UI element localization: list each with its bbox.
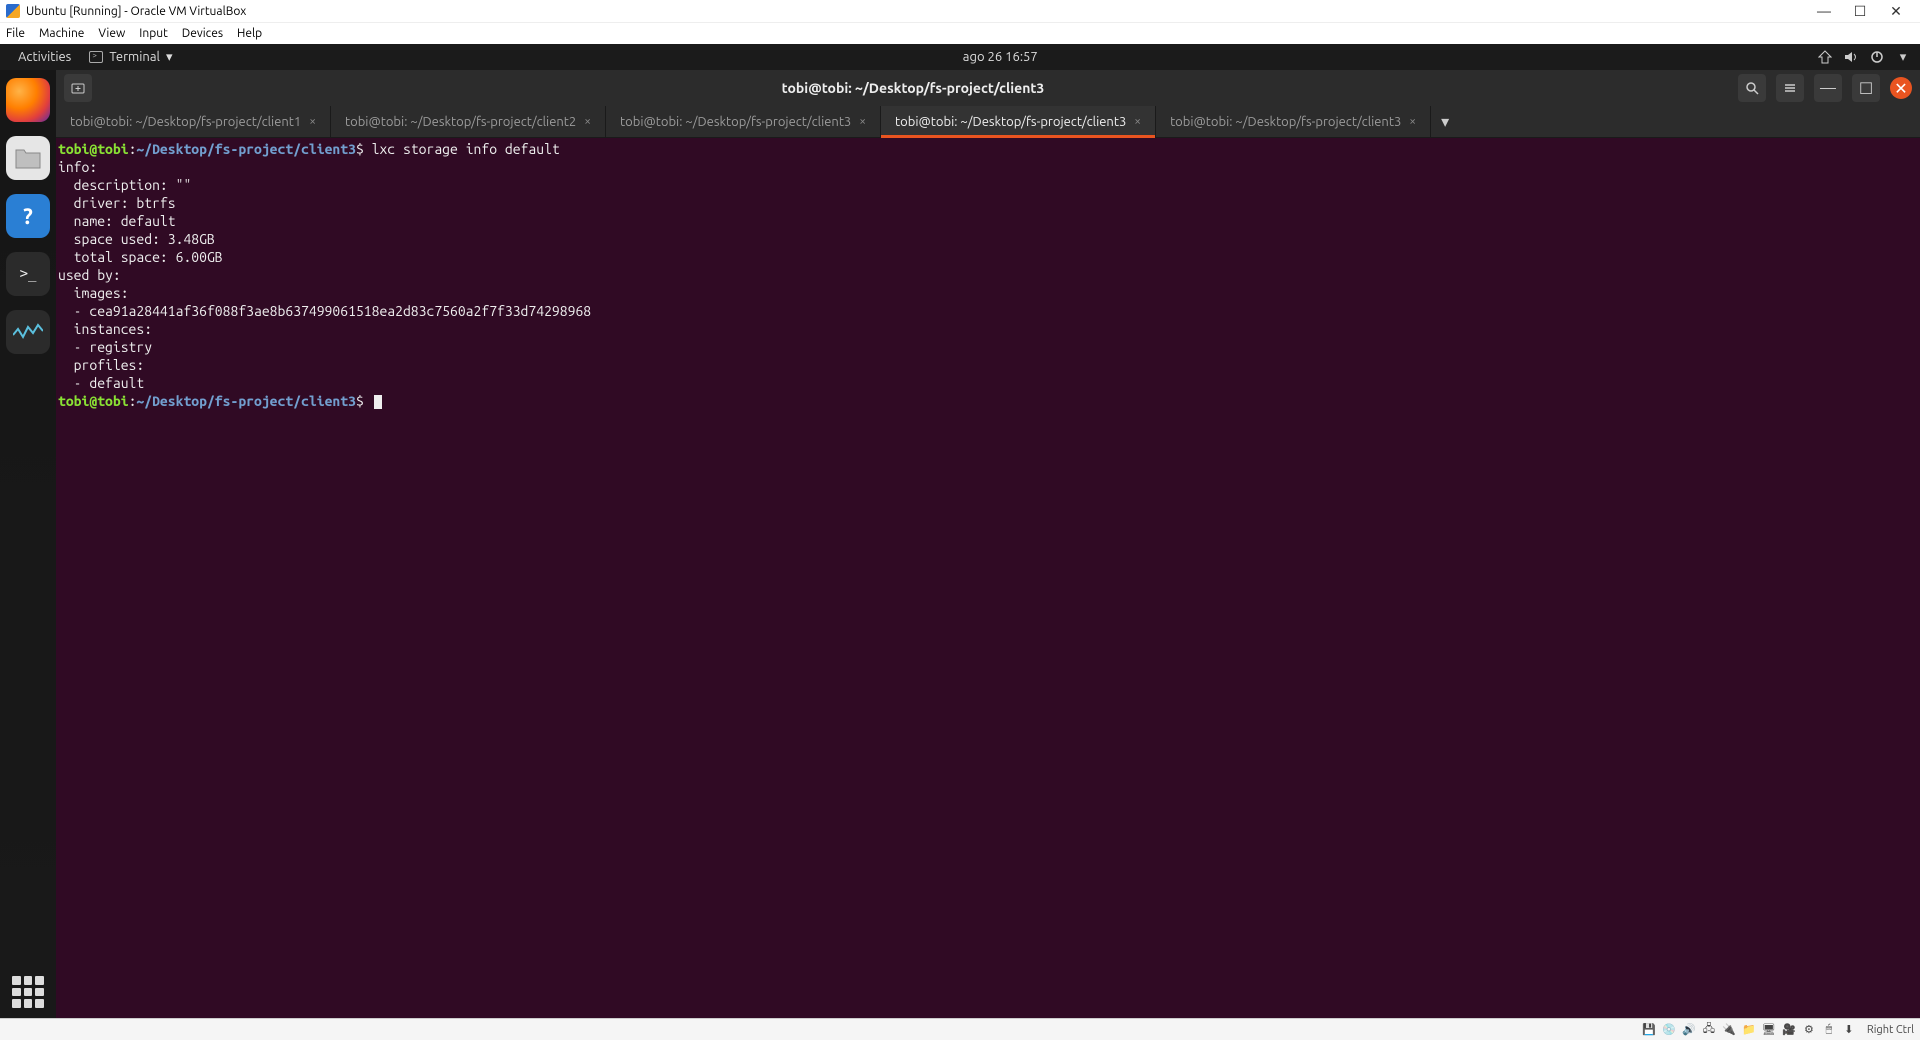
terminal-icon bbox=[89, 51, 103, 63]
volume-icon[interactable] bbox=[1844, 50, 1858, 64]
menu-help[interactable]: Help bbox=[237, 27, 262, 40]
status-shared-folder-icon[interactable]: 📁 bbox=[1741, 1022, 1757, 1038]
vbox-menubar: File Machine View Input Devices Help bbox=[0, 22, 1920, 44]
virtualbox-icon bbox=[6, 4, 20, 18]
dock-terminal[interactable]: >_ bbox=[6, 252, 50, 296]
terminal-tabs: tobi@tobi: ~/Desktop/fs-project/client1 ×… bbox=[56, 106, 1920, 138]
dock-system-monitor[interactable] bbox=[6, 310, 50, 354]
hamburger-menu-button[interactable] bbox=[1776, 74, 1804, 102]
tab-label: tobi@tobi: ~/Desktop/fs-project/client1 bbox=[70, 115, 301, 129]
hostkey-label[interactable]: Right Ctrl bbox=[1867, 1024, 1914, 1036]
menu-input[interactable]: Input bbox=[139, 27, 168, 40]
terminal-headerbar: tobi@tobi: ~/Desktop/fs-project/client3 … bbox=[56, 70, 1920, 106]
system-tray: ▾ bbox=[1818, 50, 1910, 64]
minimize-button[interactable]: — bbox=[1806, 3, 1842, 19]
clock[interactable]: ago 26 16:57 bbox=[182, 50, 1818, 64]
tab-label: tobi@tobi: ~/Desktop/fs-project/client3 bbox=[620, 115, 851, 129]
maximize-button[interactable]: ☐ bbox=[1842, 3, 1878, 20]
menu-file[interactable]: File bbox=[6, 27, 25, 40]
tab-close-icon[interactable]: × bbox=[1134, 115, 1141, 128]
vbox-window-title: Ubuntu [Running] - Oracle VM VirtualBox bbox=[26, 5, 246, 18]
tab-close-icon[interactable]: × bbox=[309, 115, 316, 128]
status-mouse-icon[interactable]: 🖱 bbox=[1821, 1022, 1837, 1038]
status-usb-icon[interactable]: 🔌 bbox=[1721, 1022, 1737, 1038]
chevron-down-icon[interactable]: ▾ bbox=[1896, 50, 1910, 64]
tab-label: tobi@tobi: ~/Desktop/fs-project/client3 bbox=[895, 115, 1126, 129]
tab-close-icon[interactable]: × bbox=[859, 115, 866, 128]
dock: ? >_ bbox=[0, 70, 56, 1018]
status-hdd-icon[interactable]: 💾 bbox=[1641, 1022, 1657, 1038]
window-minimize-button[interactable]: — bbox=[1814, 74, 1842, 102]
desktop: ? >_ tobi@tobi: ~/Desktop/fs-project/cli… bbox=[0, 70, 1920, 1018]
terminal-tab[interactable]: tobi@tobi: ~/Desktop/fs-project/client3 × bbox=[1156, 106, 1431, 137]
close-button[interactable]: ✕ bbox=[1878, 3, 1914, 20]
terminal-body[interactable]: tobi@tobi:~/Desktop/fs-project/client3$ … bbox=[56, 138, 1920, 1018]
terminal-tab[interactable]: tobi@tobi: ~/Desktop/fs-project/client1 × bbox=[56, 106, 331, 137]
terminal-tab[interactable]: tobi@tobi: ~/Desktop/fs-project/client3 × bbox=[881, 106, 1156, 137]
app-menu-label: Terminal bbox=[109, 50, 160, 64]
terminal-tab[interactable]: tobi@tobi: ~/Desktop/fs-project/client2 × bbox=[331, 106, 606, 137]
activities-button[interactable]: Activities bbox=[10, 50, 79, 64]
status-audio-icon[interactable]: 🔊 bbox=[1681, 1022, 1697, 1038]
menu-view[interactable]: View bbox=[98, 27, 125, 40]
dock-help[interactable]: ? bbox=[6, 194, 50, 238]
menu-devices[interactable]: Devices bbox=[182, 27, 223, 40]
search-button[interactable] bbox=[1738, 74, 1766, 102]
vbox-titlebar: Ubuntu [Running] - Oracle VM VirtualBox … bbox=[0, 0, 1920, 22]
new-tab-button[interactable] bbox=[64, 74, 92, 102]
terminal-title: tobi@tobi: ~/Desktop/fs-project/client3 bbox=[98, 80, 1728, 96]
tab-close-icon[interactable]: × bbox=[584, 115, 591, 128]
terminal-window: tobi@tobi: ~/Desktop/fs-project/client3 … bbox=[56, 70, 1920, 1018]
status-keyboard-icon[interactable]: ⬇ bbox=[1841, 1022, 1857, 1038]
chevron-down-icon: ▾ bbox=[166, 50, 173, 65]
dock-files[interactable] bbox=[6, 136, 50, 180]
status-processor-icon[interactable]: ⚙ bbox=[1801, 1022, 1817, 1038]
terminal-tab[interactable]: tobi@tobi: ~/Desktop/fs-project/client3 × bbox=[606, 106, 881, 137]
tab-close-icon[interactable]: × bbox=[1409, 115, 1416, 128]
gnome-topbar: Activities Terminal ▾ ago 26 16:57 ▾ bbox=[0, 44, 1920, 70]
window-maximize-button[interactable]: ☐ bbox=[1852, 74, 1880, 102]
status-display-icon[interactable]: 🖥 bbox=[1761, 1022, 1777, 1038]
tabs-overflow-button[interactable]: ▾ bbox=[1431, 106, 1459, 137]
show-applications-button[interactable] bbox=[12, 976, 44, 1008]
status-recording-icon[interactable]: 🎥 bbox=[1781, 1022, 1797, 1038]
status-optical-icon[interactable]: 💿 bbox=[1661, 1022, 1677, 1038]
menu-machine[interactable]: Machine bbox=[39, 27, 84, 40]
status-network-icon[interactable]: 🖧 bbox=[1701, 1022, 1717, 1038]
tab-label: tobi@tobi: ~/Desktop/fs-project/client3 bbox=[1170, 115, 1401, 129]
dock-firefox[interactable] bbox=[6, 78, 50, 122]
network-icon[interactable] bbox=[1818, 50, 1832, 64]
tab-label: tobi@tobi: ~/Desktop/fs-project/client2 bbox=[345, 115, 576, 129]
power-icon[interactable] bbox=[1870, 50, 1884, 64]
app-menu[interactable]: Terminal ▾ bbox=[79, 50, 182, 65]
window-close-button[interactable]: ✕ bbox=[1890, 77, 1912, 99]
vbox-statusbar: 💾 💿 🔊 🖧 🔌 📁 🖥 🎥 ⚙ 🖱 ⬇ Right Ctrl bbox=[0, 1018, 1920, 1040]
